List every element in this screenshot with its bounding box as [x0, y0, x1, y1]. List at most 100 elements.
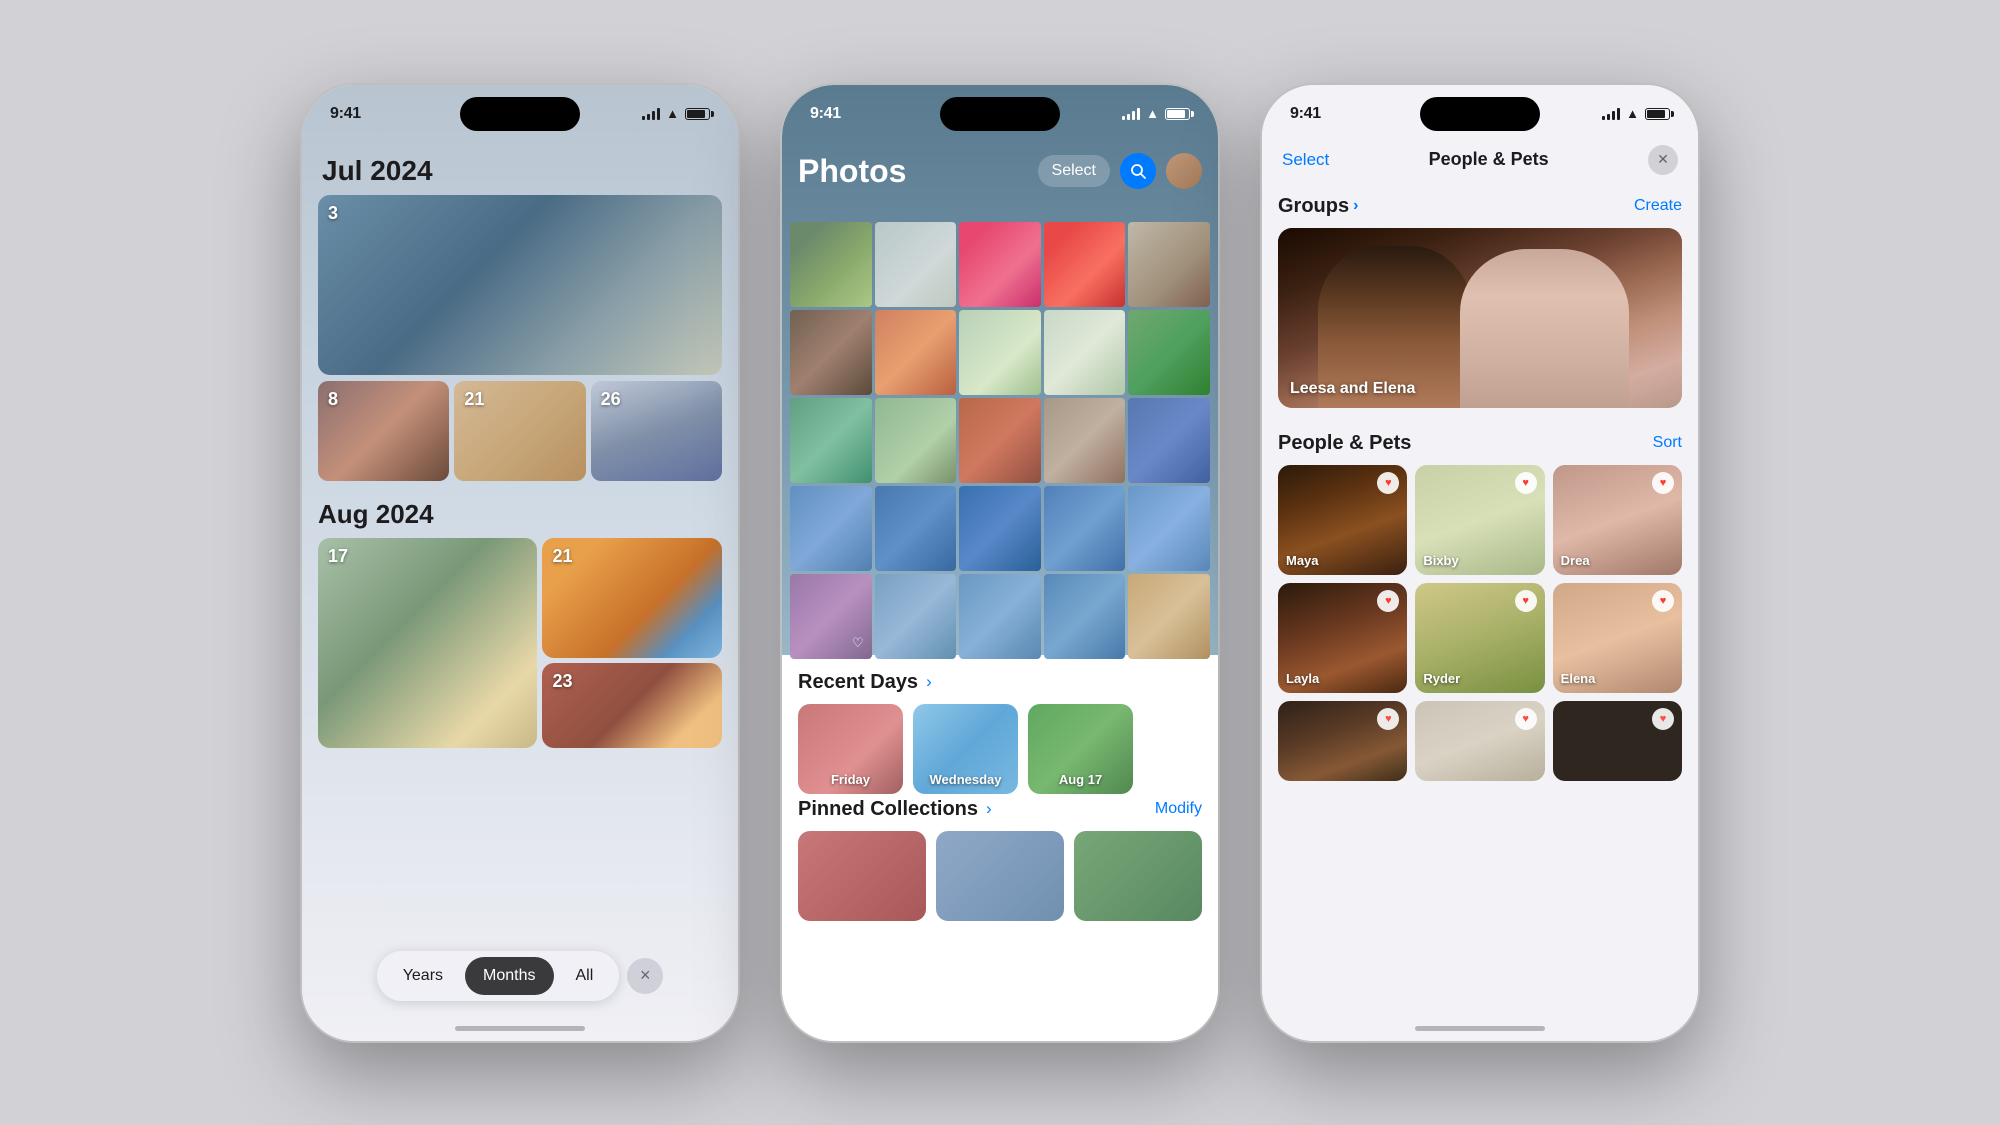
grid-cell-6[interactable]	[790, 310, 872, 395]
sort-button[interactable]: Sort	[1653, 434, 1682, 452]
groups-title-btn[interactable]: Groups ›	[1278, 195, 1358, 218]
photo-jul-main[interactable]: 3	[318, 195, 722, 375]
recent-days-title[interactable]: Recent Days ›	[798, 671, 932, 694]
heart-m3[interactable]: ♥	[1652, 708, 1674, 730]
heart-elena[interactable]: ♥	[1652, 590, 1674, 612]
grid-cell-19[interactable]	[1044, 486, 1126, 571]
photo-jul-thumbs: 8 21 26	[318, 381, 722, 481]
modify-button[interactable]: Modify	[1155, 800, 1202, 818]
status-time-1: 9:41	[330, 105, 361, 123]
select-button[interactable]: Select	[1038, 155, 1110, 187]
heart-ryder[interactable]: ♥	[1515, 590, 1537, 612]
day-card-friday[interactable]: Friday	[798, 704, 903, 794]
heart-layla[interactable]: ♥	[1377, 590, 1399, 612]
grid-cell-5[interactable]	[1128, 222, 1210, 307]
grid-cell-13[interactable]	[959, 398, 1041, 483]
photo-jul-21[interactable]: 21	[454, 381, 585, 481]
status-time-3: 9:41	[1290, 105, 1321, 123]
pinned-title-container[interactable]: Pinned Collections ›	[798, 798, 992, 821]
grid-cell-1[interactable]	[790, 222, 872, 307]
grid-cell-25[interactable]	[1128, 574, 1210, 659]
person-card-drea[interactable]: ♥ Drea	[1553, 465, 1682, 575]
home-indicator-1	[455, 1026, 585, 1031]
bottom-toolbar-1: Years Months All ×	[302, 951, 738, 1001]
people-scroll-area[interactable]: Groups › Create Leesa and Elena People &…	[1262, 187, 1698, 1038]
day-card-wednesday[interactable]: Wednesday	[913, 704, 1018, 794]
person-card-ryder[interactable]: ♥ Ryder	[1415, 583, 1544, 693]
pinned-row	[798, 831, 1202, 921]
grid-cell-15[interactable]	[1128, 398, 1210, 483]
day-num-3: 3	[328, 203, 338, 224]
pinned-card-3[interactable]	[1074, 831, 1202, 921]
search-icon	[1130, 163, 1146, 179]
signal-bars-1	[642, 108, 660, 120]
grid-cell-9[interactable]	[1044, 310, 1126, 395]
grid-cell-8[interactable]	[959, 310, 1041, 395]
grid-cell-14[interactable]	[1044, 398, 1126, 483]
people-grid: ♥ Maya ♥ Bixby ♥ Drea ♥ Layla	[1278, 465, 1682, 781]
pinned-card-1[interactable]	[798, 831, 926, 921]
heart-m2[interactable]: ♥	[1515, 708, 1537, 730]
grid-cell-12[interactable]	[875, 398, 957, 483]
grid-cell-3[interactable]	[959, 222, 1041, 307]
person-card-bixby[interactable]: ♥ Bixby	[1415, 465, 1544, 575]
person-card-m1[interactable]: ♥	[1278, 701, 1407, 781]
people-pets-title: People & Pets	[1278, 432, 1411, 455]
heart-drea[interactable]: ♥	[1652, 472, 1674, 494]
avatar-button[interactable]	[1166, 153, 1202, 189]
person-name-elena: Elena	[1561, 671, 1596, 686]
toolbar-close-btn[interactable]: ×	[627, 958, 663, 994]
grid-cell-18[interactable]	[959, 486, 1041, 571]
header-close-btn[interactable]: ✕	[1648, 145, 1678, 175]
grid-cell-20[interactable]	[1128, 486, 1210, 571]
search-button[interactable]	[1120, 153, 1156, 189]
photo-grid-aug: 17 21 23	[302, 538, 738, 748]
pinned-card-2[interactable]	[936, 831, 1064, 921]
pinned-title: Pinned Collections	[798, 798, 978, 821]
photo-aug-21[interactable]: 21	[542, 538, 722, 658]
day-card-aug17[interactable]: Aug 17	[1028, 704, 1133, 794]
grid-cell-2[interactable]	[875, 222, 957, 307]
day-num-21b: 21	[552, 546, 572, 567]
person-card-m2[interactable]: ♥	[1415, 701, 1544, 781]
grid-cell-24[interactable]	[1044, 574, 1126, 659]
person-name-drea: Drea	[1561, 553, 1590, 568]
months-btn[interactable]: Months	[465, 957, 553, 995]
create-button[interactable]: Create	[1634, 197, 1682, 215]
recent-days-header: Recent Days ›	[782, 655, 1218, 704]
photo-aug-23[interactable]: 23	[542, 663, 722, 748]
heart-bixby[interactable]: ♥	[1515, 472, 1537, 494]
grid-cell-22[interactable]	[875, 574, 957, 659]
status-icons-3: ▲	[1602, 106, 1670, 121]
people-title: People & Pets	[1329, 149, 1648, 170]
person-card-layla[interactable]: ♥ Layla	[1278, 583, 1407, 693]
all-btn[interactable]: All	[558, 957, 612, 995]
photo-aug-17[interactable]: 17	[318, 538, 537, 748]
grid-cell-11[interactable]	[790, 398, 872, 483]
person-name-maya: Maya	[1286, 553, 1319, 568]
person-card-m3[interactable]: ♥	[1553, 701, 1682, 781]
group-card-leesa-elena[interactable]: Leesa and Elena	[1278, 228, 1682, 408]
heart-m1[interactable]: ♥	[1377, 708, 1399, 730]
years-btn[interactable]: Years	[385, 957, 461, 995]
day-num-23: 23	[552, 671, 572, 692]
heart-maya[interactable]: ♥	[1377, 472, 1399, 494]
person-card-maya[interactable]: ♥ Maya	[1278, 465, 1407, 575]
header-select-btn[interactable]: Select	[1282, 150, 1329, 170]
groups-label: Groups	[1278, 195, 1349, 218]
grid-cell-16[interactable]	[790, 486, 872, 571]
status-time-2: 9:41	[810, 105, 841, 123]
grid-cell-17[interactable]	[875, 486, 957, 571]
status-icons-2: ▲	[1122, 106, 1190, 121]
grid-cell-7[interactable]	[875, 310, 957, 395]
photo-jul-8[interactable]: 8	[318, 381, 449, 481]
photo-jul-26[interactable]: 26	[591, 381, 722, 481]
person-card-elena[interactable]: ♥ Elena	[1553, 583, 1682, 693]
grid-cell-10[interactable]	[1128, 310, 1210, 395]
day-num-26: 26	[601, 389, 621, 410]
grid-cell-21[interactable]: ♡	[790, 574, 872, 659]
phone-1: 9:41 ▲ Jul 2024 3	[300, 83, 740, 1043]
grid-cell-23[interactable]	[959, 574, 1041, 659]
day-card-wednesday-label: Wednesday	[913, 772, 1018, 787]
grid-cell-4[interactable]	[1044, 222, 1126, 307]
